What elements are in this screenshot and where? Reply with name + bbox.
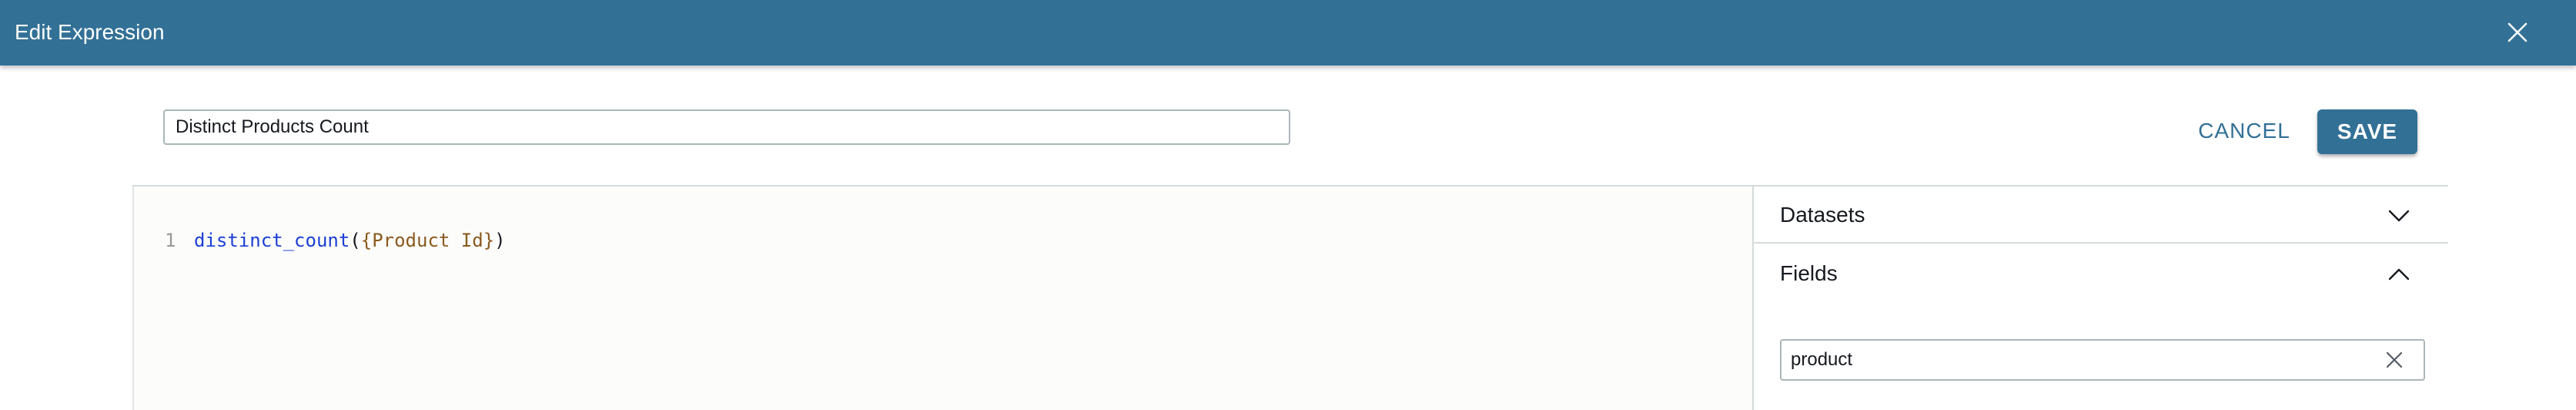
dialog-title: Edit Expression bbox=[15, 20, 165, 44]
side-panel: Datasets Fields bbox=[1752, 187, 2448, 410]
line-number: 1 bbox=[165, 230, 176, 251]
close-icon bbox=[2507, 22, 2527, 42]
datasets-label: Datasets bbox=[1780, 203, 1865, 227]
open-paren-token: ( bbox=[350, 230, 361, 251]
field-token: {Product Id} bbox=[360, 230, 495, 251]
clear-icon bbox=[2386, 351, 2403, 368]
cancel-button[interactable]: CANCEL bbox=[2194, 111, 2294, 151]
fields-filter bbox=[1780, 339, 2425, 381]
close-paren-token: ) bbox=[494, 230, 506, 251]
edit-expression-dialog: Edit Expression CANCEL SAVE 1 distinct_co… bbox=[0, 0, 2576, 410]
clear-filter-button[interactable] bbox=[2382, 348, 2407, 372]
fields-label: Fields bbox=[1780, 261, 1838, 285]
chevron-up-icon bbox=[2388, 268, 2410, 281]
expression-name-input[interactable] bbox=[163, 109, 1290, 145]
close-button[interactable] bbox=[2501, 15, 2534, 49]
fields-search-input[interactable] bbox=[1791, 341, 2360, 379]
function-token: distinct_count bbox=[194, 230, 350, 251]
expression-editor[interactable]: 1 distinct_count({Product Id}) bbox=[132, 187, 1752, 410]
dialog-header: Edit Expression bbox=[0, 0, 2576, 66]
save-button[interactable]: SAVE bbox=[2317, 109, 2417, 154]
chevron-down-icon bbox=[2388, 210, 2410, 222]
fields-section-header[interactable]: Fields bbox=[1754, 245, 2448, 302]
datasets-section-header[interactable]: Datasets bbox=[1754, 187, 2448, 244]
editor-line[interactable]: 1 distinct_count({Product Id}) bbox=[165, 225, 506, 256]
